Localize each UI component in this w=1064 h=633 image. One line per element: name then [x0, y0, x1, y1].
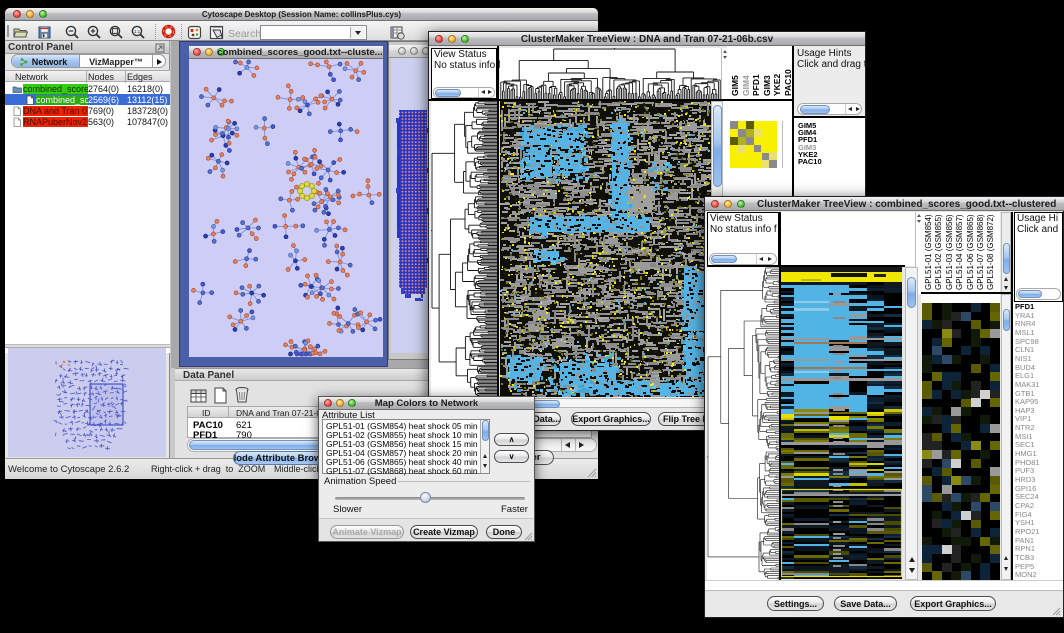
svg-text:1:1: 1:1	[134, 29, 141, 34]
